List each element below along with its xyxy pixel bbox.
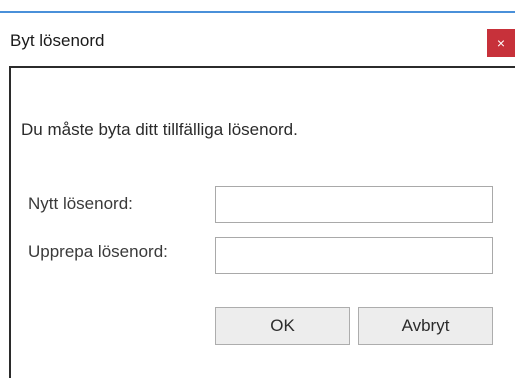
dialog-title: Byt lösenord [10, 31, 105, 50]
change-password-dialog: Byt lösenord × Du måste byta ditt tillfä… [0, 0, 515, 378]
repeat-password-input[interactable] [215, 237, 493, 274]
repeat-password-label: Upprepa lösenord: [28, 242, 168, 261]
close-icon: × [496, 35, 506, 51]
close-button[interactable]: × [487, 29, 515, 57]
title-bar[interactable]: Byt lösenord × [0, 13, 515, 65]
new-password-label: Nytt lösenord: [28, 194, 133, 213]
new-password-input[interactable] [215, 186, 493, 223]
instruction-message: Du måste byta ditt tillfälliga lösenord. [21, 120, 298, 139]
ok-button[interactable]: OK [215, 307, 350, 345]
cancel-button[interactable]: Avbryt [358, 307, 493, 345]
